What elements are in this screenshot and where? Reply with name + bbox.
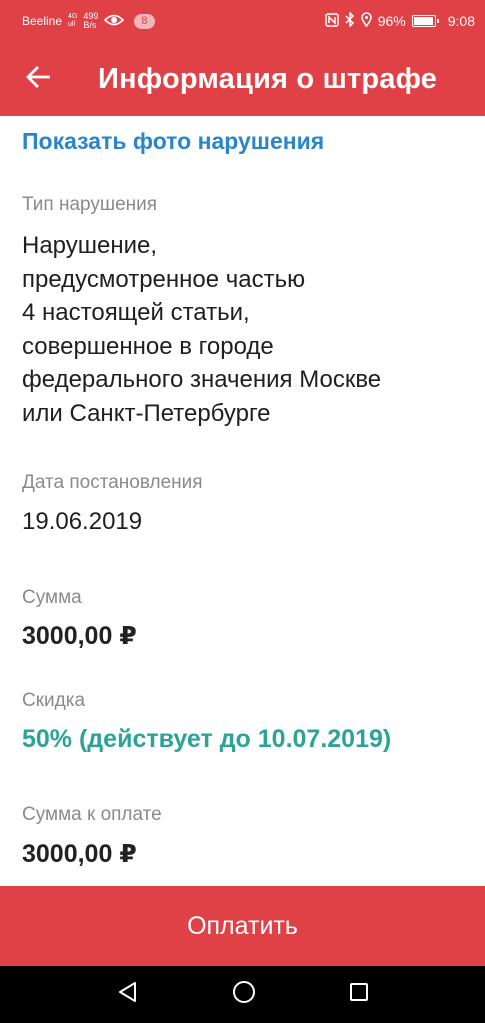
square-recents-icon[interactable] xyxy=(349,982,369,1007)
eye-icon xyxy=(104,13,125,30)
pay-button[interactable]: Оплатить xyxy=(0,886,485,966)
nfc-icon xyxy=(324,12,339,30)
back-button[interactable] xyxy=(8,42,68,116)
circle-home-icon[interactable] xyxy=(232,980,256,1009)
violation-type-value: Нарушение, предусмотренное частью 4 наст… xyxy=(22,232,382,427)
decision-date-value: 19.06.2019 xyxy=(22,508,143,535)
clock: 9:08 xyxy=(447,13,475,29)
discount-label: Скидка xyxy=(22,690,86,711)
status-bar: Beeline 4G ull 499 B/s 8 96% 9:08 xyxy=(0,0,485,42)
triangle-back-icon[interactable] xyxy=(117,981,139,1008)
notification-badge: 8 xyxy=(134,13,155,29)
amount-due-value: 3000,00 ₽ xyxy=(22,840,137,868)
arrow-left-icon xyxy=(26,65,51,93)
network-speed: 499 B/s xyxy=(83,11,99,30)
battery-icon xyxy=(411,15,439,27)
battery-percent: 96% xyxy=(377,13,406,29)
page-title: Информация о штрафе xyxy=(98,62,438,95)
decision-date-label: Дата постановления xyxy=(22,472,203,493)
bluetooth-icon xyxy=(345,11,355,30)
discount-value: 50% (действует до 10.07.2019) xyxy=(22,725,392,753)
system-nav-bar xyxy=(0,966,485,1023)
carrier-name: Beeline xyxy=(22,14,63,28)
location-icon xyxy=(360,12,372,30)
show-violation-photo-link[interactable]: Показать фото нарушения xyxy=(22,128,324,155)
amount-label: Сумма xyxy=(22,587,82,608)
app-header: Информация о штрафе xyxy=(0,42,485,116)
violation-type-label: Тип нарушения xyxy=(22,194,158,215)
amount-due-label: Сумма к оплате xyxy=(22,804,162,825)
amount-value: 3000,00 ₽ xyxy=(22,622,137,650)
network-indicator: 4G ull xyxy=(68,13,78,28)
